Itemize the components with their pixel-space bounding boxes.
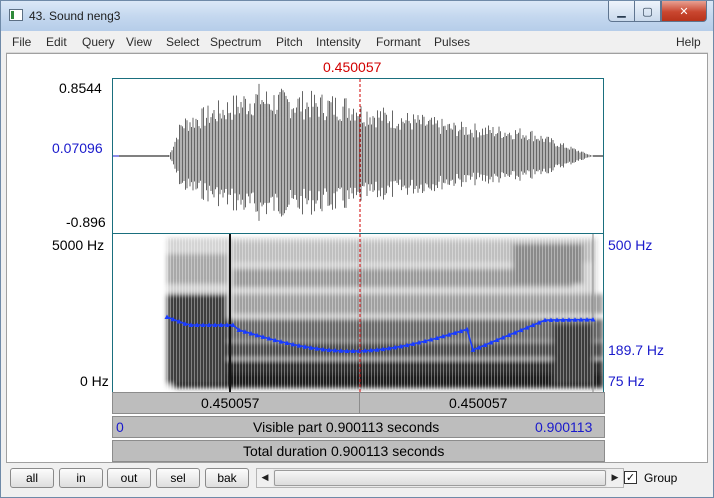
menu-edit[interactable]: Edit (46, 35, 67, 49)
scroll-left-arrow-icon[interactable]: ◀ (257, 469, 273, 487)
menu-help[interactable]: Help (676, 35, 701, 49)
horizontal-scrollbar[interactable]: ◀ ▶ (256, 468, 624, 488)
pitch-max-label: 500 Hz (608, 237, 653, 253)
menu-intensity[interactable]: Intensity (316, 35, 361, 49)
waveform-view[interactable] (112, 78, 604, 234)
zoom-out-button[interactable]: out (107, 468, 151, 488)
spectrogram-max-label: 5000 Hz (52, 237, 105, 253)
zoom-in-button[interactable]: in (59, 468, 103, 488)
spectrogram-min-label: 0 Hz (80, 373, 109, 389)
minimize-button[interactable]: ▁ (608, 1, 635, 22)
total-duration-label: Total duration 0.900113 seconds (243, 443, 445, 459)
scrollbar-thumb[interactable] (274, 470, 606, 486)
total-duration-bar[interactable]: Total duration 0.900113 seconds (112, 440, 605, 462)
visible-end-time: 0.900113 (535, 419, 593, 435)
menu-file[interactable]: File (12, 35, 31, 49)
menu-formant[interactable]: Formant (376, 35, 421, 49)
window-title: 43. Sound neng3 (29, 9, 121, 23)
visible-part-label: Visible part 0.900113 seconds (253, 419, 440, 435)
time-left-of-cursor[interactable]: 0.450057 (201, 395, 259, 411)
waveform-max-label: 0.8544 (59, 80, 102, 96)
visible-start-time: 0 (116, 419, 124, 435)
cursor-time-label: 0.450057 (323, 59, 382, 75)
time-bar-divider (359, 393, 360, 413)
spectrogram-view[interactable] (112, 234, 604, 392)
menu-query[interactable]: Query (82, 35, 115, 49)
cursor-time-bar[interactable]: 0.450057 0.450057 (112, 392, 605, 414)
menu-bar: File Edit Query View Select Spectrum Pit… (6, 31, 708, 53)
group-checkbox-label: Group (644, 471, 678, 485)
menu-pulses[interactable]: Pulses (434, 35, 470, 49)
praat-sound-window: 43. Sound neng3 ▁ ▢ ✕ File Edit Query Vi… (0, 0, 714, 498)
time-right-of-cursor[interactable]: 0.450057 (449, 395, 507, 411)
close-button[interactable]: ✕ (661, 1, 707, 22)
scroll-right-arrow-icon[interactable]: ▶ (607, 469, 623, 487)
waveform-min-label: -0.896 (66, 214, 106, 230)
waveform-svg (113, 79, 603, 233)
waveform-cursor-amplitude-label: 0.07096 (52, 140, 103, 156)
app-icon (9, 9, 23, 21)
menu-pitch[interactable]: Pitch (276, 35, 303, 49)
menu-view[interactable]: View (126, 35, 152, 49)
spectrogram-striations (167, 238, 599, 390)
bottom-toolbar: all in out sel bak ◀ ▶ (6, 465, 708, 491)
group-checkbox[interactable]: ✓ (624, 471, 637, 484)
waveform-signal (168, 83, 593, 221)
pitch-cursor-label: 189.7 Hz (608, 342, 665, 358)
pitch-min-label: 75 Hz (608, 373, 645, 389)
menu-select[interactable]: Select (166, 35, 199, 49)
title-bar: 43. Sound neng3 ▁ ▢ ✕ (1, 1, 713, 31)
maximize-button[interactable]: ▢ (634, 1, 661, 22)
menu-spectrum[interactable]: Spectrum (210, 35, 261, 49)
zoom-selection-button[interactable]: sel (156, 468, 200, 488)
visible-part-bar[interactable]: 0 Visible part 0.900113 seconds 0.900113 (112, 416, 605, 438)
spectrogram-svg (164, 234, 603, 392)
zoom-all-button[interactable]: all (10, 468, 54, 488)
zoom-back-button[interactable]: bak (205, 468, 249, 488)
